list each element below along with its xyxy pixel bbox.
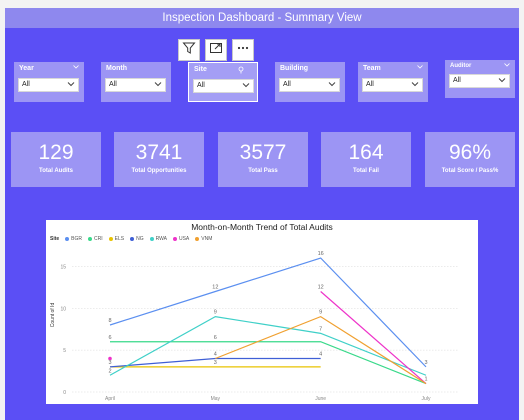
pin-icon[interactable] xyxy=(237,66,245,74)
slicer-dropdown[interactable]: All xyxy=(449,74,510,88)
slicer-year: Year All xyxy=(14,62,84,102)
trend-chart-card[interactable]: Month-on-Month Trend of Total Audits Sit… xyxy=(46,220,478,404)
data-label: 4 xyxy=(214,352,217,358)
slicer-value: All xyxy=(197,82,205,89)
data-label: 2 xyxy=(108,368,111,374)
slicer-site: Site All xyxy=(188,62,258,102)
slicer-dropdown[interactable]: All xyxy=(362,78,423,92)
chevron-down-icon xyxy=(242,83,250,88)
y-tick-label: 0 xyxy=(63,390,66,396)
data-label: 8 xyxy=(108,318,111,324)
slicer-value: All xyxy=(109,81,117,88)
slicer-label: Site xyxy=(194,66,207,73)
data-label: 12 xyxy=(318,285,324,291)
slicer-auditor: Auditor All xyxy=(445,60,515,98)
data-label: 4 xyxy=(319,352,322,358)
slicer-value: All xyxy=(283,81,291,88)
slicer-label: Month xyxy=(106,65,127,72)
slicer-dropdown[interactable]: All xyxy=(105,78,166,92)
kpi-value: 96% xyxy=(448,141,492,164)
series-line-usa xyxy=(320,291,427,385)
x-tick-label: June xyxy=(315,396,326,402)
data-label: 9 xyxy=(319,310,322,316)
slicer-label: Year xyxy=(19,65,34,72)
more-options-button[interactable] xyxy=(232,39,254,61)
chevron-down-icon[interactable] xyxy=(73,65,79,69)
kpi-value: 164 xyxy=(348,141,384,164)
chevron-down-icon[interactable] xyxy=(504,63,510,67)
kpi-card-total-opportunities: 3741 Total Opportunities xyxy=(114,132,204,187)
chevron-down-icon xyxy=(67,82,75,87)
more-options-icon xyxy=(236,41,250,60)
data-label: 16 xyxy=(318,251,324,257)
slicer-dropdown[interactable]: All xyxy=(193,79,254,93)
kpi-value: 3741 xyxy=(135,141,183,164)
y-axis-label: Count of Id xyxy=(50,303,56,328)
filter-icon xyxy=(182,41,196,60)
kpi-caption: Total Opportunities xyxy=(131,168,187,174)
kpi-caption: Total Pass xyxy=(248,168,278,174)
y-tick-label: 15 xyxy=(60,264,66,270)
kpi-caption: Total Score / Pass% xyxy=(441,168,499,174)
data-label: 3 xyxy=(214,360,217,366)
chevron-down-icon xyxy=(154,82,162,87)
data-label: 9 xyxy=(214,310,217,316)
kpi-card-total-fail: 164 Total Fail xyxy=(321,132,411,187)
chevron-down-icon xyxy=(498,78,506,83)
y-tick-label: 10 xyxy=(60,306,66,312)
focus-mode-icon xyxy=(209,41,223,60)
data-label: 6 xyxy=(108,335,111,341)
data-label: 3 xyxy=(424,360,427,366)
slicer-value: All xyxy=(22,81,30,88)
slicer-label: Auditor xyxy=(450,63,472,69)
focus-mode-button[interactable] xyxy=(205,39,227,61)
kpi-caption: Total Audits xyxy=(39,168,73,174)
chevron-down-icon[interactable] xyxy=(417,65,423,69)
kpi-value: 129 xyxy=(38,141,74,164)
kpi-card-total-pass: 3577 Total Pass xyxy=(218,132,308,187)
slicer-value: All xyxy=(366,81,374,88)
slicer-dropdown[interactable]: All xyxy=(18,78,79,92)
kpi-value: 3577 xyxy=(239,141,287,164)
kpi-card-total-score: 96% Total Score / Pass% xyxy=(425,132,515,187)
slicer-label: Building xyxy=(280,65,308,72)
kpi-card-total-audits: 129 Total Audits xyxy=(11,132,101,187)
y-tick-label: 5 xyxy=(63,348,66,354)
data-label: 7 xyxy=(319,326,322,332)
slicer-team: Team All xyxy=(358,62,428,102)
report-canvas: Inspection Dashboard - Summary View Year… xyxy=(5,8,519,420)
chevron-down-icon xyxy=(411,82,419,87)
data-label: 12 xyxy=(212,285,218,291)
slicer-month: Month All xyxy=(101,62,171,102)
kpi-caption: Total Fail xyxy=(353,168,379,174)
line-chart: 051015AprilMayJuneJulyMonthCount of Id86… xyxy=(50,251,458,402)
visual-toolbar xyxy=(178,39,254,61)
x-tick-label: April xyxy=(105,396,115,402)
data-label: 3 xyxy=(108,360,111,366)
chevron-down-icon xyxy=(328,82,336,87)
slicer-value: All xyxy=(453,77,461,84)
data-label: 1 xyxy=(424,377,427,383)
series-line-bgr xyxy=(109,257,427,368)
x-tick-label: May xyxy=(211,396,221,402)
filter-button[interactable] xyxy=(178,39,200,61)
slicer-label: Team xyxy=(363,65,381,72)
page-title: Inspection Dashboard - Summary View xyxy=(5,8,519,28)
slicer-building: Building All xyxy=(275,62,345,102)
x-tick-label: July xyxy=(422,396,431,402)
slicer-dropdown[interactable]: All xyxy=(279,78,340,92)
data-label: 6 xyxy=(214,335,217,341)
